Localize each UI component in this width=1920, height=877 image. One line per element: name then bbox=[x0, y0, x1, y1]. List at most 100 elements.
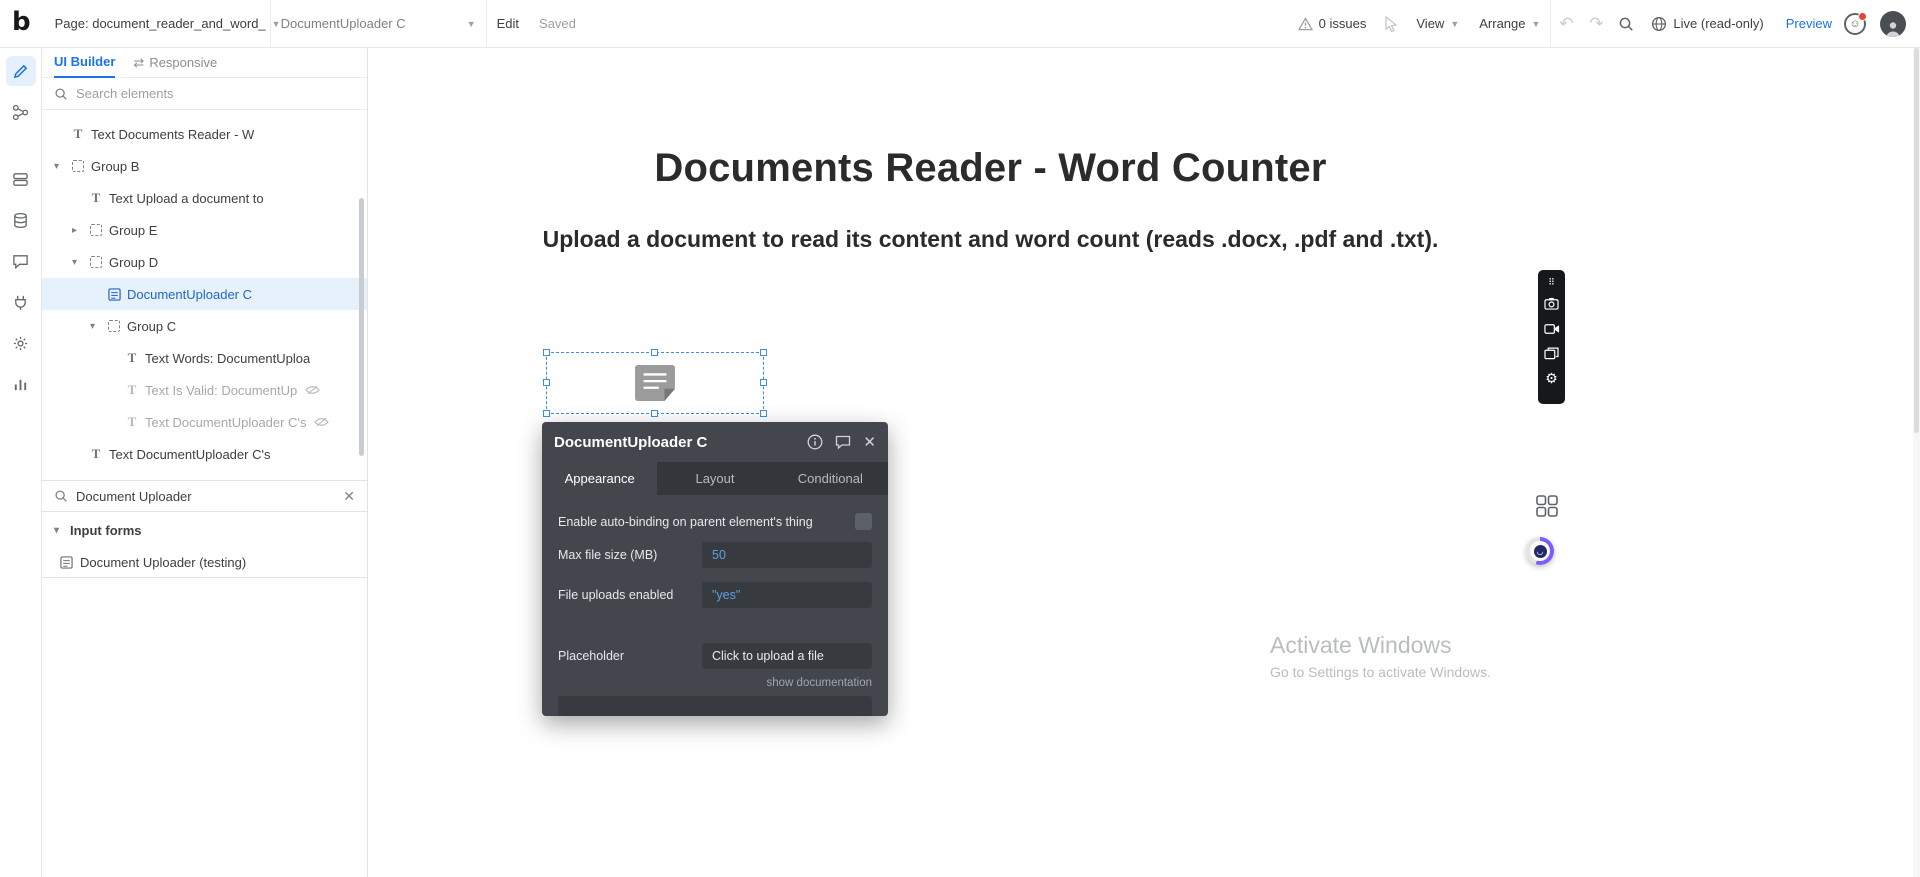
section-input-forms[interactable]: ▾ Input forms bbox=[42, 513, 367, 547]
tree-item-text[interactable]: T Text Upload a document to bbox=[42, 182, 367, 214]
resize-handle-top-right[interactable] bbox=[760, 349, 767, 356]
tab-responsive[interactable]: ⇄ Responsive bbox=[133, 55, 217, 71]
resize-handle-top[interactable] bbox=[651, 349, 658, 356]
uploads-enabled-input[interactable]: "yes" bbox=[702, 582, 872, 608]
tree-item-group-c[interactable]: ▾ Group C bbox=[42, 310, 367, 342]
tab-ui-builder[interactable]: UI Builder bbox=[54, 48, 115, 78]
design-tab-icon[interactable] bbox=[6, 56, 36, 86]
environment-selector[interactable]: Live (read-only) bbox=[1641, 0, 1773, 48]
cursor-tool-icon[interactable] bbox=[1376, 0, 1406, 48]
resize-handle-bottom-left[interactable] bbox=[543, 410, 550, 417]
undo-icon[interactable]: ↶ bbox=[1551, 0, 1581, 48]
database-tab-icon[interactable] bbox=[6, 205, 36, 235]
uploads-enabled-row: File uploads enabled "yes" bbox=[558, 582, 872, 608]
preview-button[interactable]: Preview bbox=[1774, 16, 1844, 31]
chevron-down-icon: ▼ bbox=[1450, 19, 1459, 29]
tree-item-label: Text Words: DocumentUploa bbox=[145, 351, 310, 366]
placeholder-value: Click to upload a file bbox=[712, 649, 824, 663]
tree-item-label: Group E bbox=[109, 223, 157, 238]
workflow-tab-icon[interactable] bbox=[6, 97, 36, 127]
element-tree: T Text Documents Reader - W ▾ Group B T … bbox=[42, 110, 367, 470]
plugins-tab-icon[interactable] bbox=[6, 287, 36, 317]
issues-indicator[interactable]: 0 issues bbox=[1288, 0, 1377, 48]
close-icon[interactable]: ✕ bbox=[863, 433, 876, 451]
panel-scrollbar[interactable] bbox=[359, 198, 364, 456]
view-menu[interactable]: View ▼ bbox=[1406, 0, 1469, 48]
window-frames-icon[interactable] bbox=[1544, 341, 1559, 366]
scrollbar-thumb[interactable] bbox=[1914, 48, 1919, 433]
property-editor-header[interactable]: DocumentUploader C ✕ bbox=[542, 422, 888, 462]
group-element-icon bbox=[90, 256, 102, 268]
element-selector-dropdown[interactable]: DocumentUploader C ▼ bbox=[271, 0, 486, 48]
tree-item-label: Text Documents Reader - W bbox=[91, 127, 254, 142]
selected-element-documentuploader[interactable] bbox=[546, 352, 764, 414]
window-scrollbar[interactable] bbox=[1913, 48, 1920, 877]
panel-tabs: UI Builder ⇄ Responsive bbox=[42, 48, 367, 78]
element-search-bar bbox=[42, 78, 367, 110]
design-canvas[interactable]: Documents Reader - Word Counter Upload a… bbox=[368, 48, 1913, 877]
placeholder-input[interactable]: Click to upload a file bbox=[702, 643, 872, 669]
video-camera-icon[interactable] bbox=[1544, 316, 1560, 341]
tree-item-documentuploader-selected[interactable]: DocumentUploader C bbox=[42, 278, 367, 310]
info-icon[interactable] bbox=[807, 434, 823, 450]
issues-count-label: 0 issues bbox=[1319, 16, 1367, 31]
resize-handle-left[interactable] bbox=[543, 379, 550, 386]
search-icon[interactable] bbox=[1611, 0, 1641, 48]
search-icon bbox=[54, 87, 68, 101]
max-file-size-input[interactable]: 50 bbox=[702, 542, 872, 568]
tree-item-group-d[interactable]: ▾ Group D bbox=[42, 246, 367, 278]
clipped-input[interactable] bbox=[558, 696, 872, 716]
autobind-checkbox[interactable] bbox=[855, 513, 872, 530]
clear-search-icon[interactable]: ✕ bbox=[343, 488, 355, 505]
caret-down-icon[interactable]: ▾ bbox=[72, 257, 88, 268]
drag-handle-icon[interactable]: ⠿ bbox=[1548, 274, 1555, 291]
palette-item-document-uploader[interactable]: Document Uploader (testing) bbox=[42, 547, 367, 578]
data-tab-icon[interactable] bbox=[6, 164, 36, 194]
resize-handle-bottom[interactable] bbox=[651, 410, 658, 417]
extension-badge[interactable]: ◡ bbox=[1526, 537, 1554, 565]
responsive-icon: ⇄ bbox=[133, 55, 144, 71]
chat-tab-icon[interactable] bbox=[6, 246, 36, 276]
tab-conditional[interactable]: Conditional bbox=[773, 462, 888, 495]
search-icon bbox=[54, 489, 68, 503]
redo-icon[interactable]: ↷ bbox=[1581, 0, 1611, 48]
tab-layout[interactable]: Layout bbox=[657, 462, 772, 495]
topbar: b Page: document_reader_and_word_ ▼ Docu… bbox=[0, 0, 1920, 48]
live-mode-label: Live (read-only) bbox=[1673, 16, 1763, 31]
group-element-icon bbox=[108, 320, 120, 332]
caret-right-icon[interactable]: ▸ bbox=[72, 225, 88, 236]
component-grid-icon[interactable] bbox=[1536, 495, 1558, 517]
tree-item-text-hidden[interactable]: T Text Is Valid: DocumentUp bbox=[42, 374, 367, 406]
tree-item-group-b[interactable]: ▾ Group B bbox=[42, 150, 367, 182]
bubble-logo[interactable]: b bbox=[12, 7, 31, 37]
comment-icon[interactable] bbox=[835, 435, 851, 450]
view-menu-label: View bbox=[1416, 16, 1444, 31]
resize-handle-right[interactable] bbox=[760, 379, 767, 386]
caret-down-icon[interactable]: ▾ bbox=[54, 161, 70, 172]
caret-down-icon[interactable]: ▾ bbox=[90, 321, 106, 332]
edit-menu[interactable]: Edit bbox=[487, 0, 529, 48]
gear-icon[interactable]: ⚙ bbox=[1545, 366, 1558, 391]
globe-icon bbox=[1651, 16, 1667, 32]
arrange-menu[interactable]: Arrange ▼ bbox=[1469, 0, 1550, 48]
resize-handle-top-left[interactable] bbox=[543, 349, 550, 356]
help-icon[interactable]: ☺ bbox=[1844, 13, 1866, 35]
resize-handle-bottom-right[interactable] bbox=[760, 410, 767, 417]
tree-item-text[interactable]: T Text Documents Reader - W bbox=[42, 118, 367, 150]
element-tree-panel: UI Builder ⇄ Responsive T Text Documents… bbox=[42, 48, 368, 877]
show-documentation-link[interactable]: show documentation bbox=[558, 677, 872, 689]
tab-appearance[interactable]: Appearance bbox=[542, 462, 657, 495]
search-elements-input[interactable] bbox=[76, 86, 326, 101]
topbar-right: 0 issues View ▼ Arrange ▼ ↶ ↷ Live (read… bbox=[1288, 0, 1906, 48]
camera-icon[interactable] bbox=[1544, 291, 1559, 316]
page-selector-dropdown[interactable]: Page: document_reader_and_word_ ▼ bbox=[45, 0, 270, 48]
tree-item-text-hidden[interactable]: T Text DocumentUploader C's bbox=[42, 406, 367, 438]
logs-tab-icon[interactable] bbox=[6, 369, 36, 399]
tree-item-text[interactable]: T Text DocumentUploader C's bbox=[42, 438, 367, 470]
tree-item-label: DocumentUploader C bbox=[127, 287, 252, 302]
filter-elements-input[interactable] bbox=[76, 489, 335, 504]
tree-item-group-e[interactable]: ▸ Group E bbox=[42, 214, 367, 246]
tree-item-text[interactable]: T Text Words: DocumentUploa bbox=[42, 342, 367, 374]
settings-tab-icon[interactable] bbox=[6, 328, 36, 358]
user-avatar[interactable] bbox=[1880, 11, 1906, 37]
